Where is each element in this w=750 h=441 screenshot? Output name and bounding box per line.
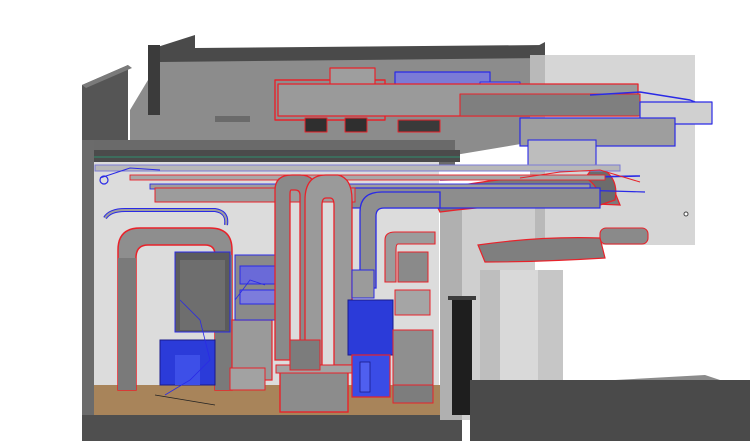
ahu-lower: [351, 354, 391, 398]
mep-section-drawing: [0, 0, 750, 441]
ahu-body: [347, 299, 394, 356]
box-right-3: [351, 269, 375, 299]
duct-stack-left: [234, 254, 276, 321]
duct-loop-left-leg-face: [118, 258, 136, 390]
vent-opening-1: [304, 117, 328, 133]
box-right-1: [397, 251, 429, 283]
rooftop-duct-shaded: [459, 93, 641, 117]
left-wall: [82, 140, 94, 441]
duct-riser-small: [229, 367, 266, 391]
vent-opening-3: [397, 119, 441, 133]
roof-parapet-back-block: [148, 45, 160, 115]
door-frame: [448, 296, 476, 300]
riser-small-box: [289, 339, 321, 371]
vav-box-1: [239, 265, 279, 285]
wall-penetration-marker: [683, 211, 689, 217]
box-right-2: [394, 289, 431, 316]
vent-opening-2: [344, 117, 368, 133]
air-handler-interior: [180, 260, 225, 330]
horizontal-pipe-runs: [94, 164, 621, 209]
right-wall-panel-d: [538, 270, 563, 380]
ahu-side-panel-2: [392, 384, 434, 404]
roof-hatch: [215, 116, 250, 122]
ceiling-underside: [94, 150, 460, 162]
flex-duct-right: [599, 227, 649, 245]
lower-right-block: [470, 380, 750, 441]
blue-equipment-b: [175, 355, 200, 385]
supply-duct-drop: [527, 139, 597, 169]
ahu-grille: [359, 361, 371, 393]
pipe-rack-top: [94, 164, 621, 172]
central-risers: [274, 174, 353, 413]
door-opening: [452, 300, 472, 415]
floor-slab-front: [82, 415, 462, 441]
riser-base-box: [279, 369, 349, 413]
rooftop-unit-2: [329, 67, 376, 87]
vav-box-2: [239, 289, 279, 305]
ahu-side-panel: [392, 329, 434, 386]
